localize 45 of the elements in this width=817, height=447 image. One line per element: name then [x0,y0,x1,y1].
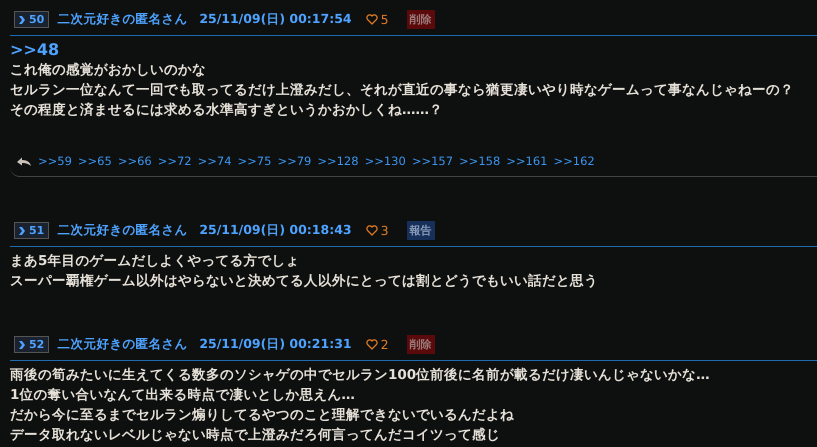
reply-link[interactable]: >>66 [118,154,152,168]
poster-name: 二次元好きの匿名さん [57,222,188,239]
reply-link[interactable]: >>74 [198,154,232,168]
post-text: セルラン一位なんて一回でも取ってるだけ上澄みだし、それが直近の事なら猶更凄いやり時なゲームって事なんじゃねーの？ [10,81,795,100]
reply-anchor-link[interactable]: >>48 [10,40,817,60]
post-text: 雨後の筍みたいに生えてくる数多のソシャゲの中でセルラン100位前後に名前が載るだけ凄いんじゃないかな… [10,366,711,385]
post-number-link[interactable]: 51 [14,222,50,239]
post-action-button[interactable]: 報告 [406,221,435,240]
chevron-icon [19,16,27,24]
post-text: スーパー覇権ゲーム以外はやらないと決めてる人以外にとっては割とどうでもいい話だと思う [10,272,599,291]
like-count: 5 [380,12,389,27]
heart-icon[interactable] [366,14,378,25]
reply-link[interactable]: >>79 [277,154,312,168]
reply-link[interactable]: >>130 [364,154,406,168]
reply-link[interactable]: >>128 [317,154,359,168]
reply-arrow-icon [16,156,32,166]
chevron-icon [19,226,27,234]
chevron-icon [19,340,27,348]
reply-link[interactable]: >>157 [412,154,454,168]
reply-link[interactable]: >>162 [554,154,595,168]
post-text: 1位の奪い合いなんて出来る時点で凄いとしか思えん… [10,386,356,405]
post-number-link[interactable]: 50 [14,11,50,28]
post-text: これ俺の感覚がおかしいのかな [10,61,207,80]
post-text: まあ5年目のゲームだしよくやってる方でしょ [10,252,300,271]
reply-link[interactable]: >>161 [506,154,548,168]
post-text: だから今に至るまでセルラン煽りしてるやつのこと理解できないでいるんだよね [10,406,515,425]
reply-link[interactable]: >>65 [78,154,112,168]
post-date: 25/11/09(日) 00:17:54 [199,11,352,28]
post-date: 25/11/09(日) 00:21:31 [199,336,352,353]
heart-icon[interactable] [366,225,378,236]
like-count: 2 [380,337,389,352]
reply-link[interactable]: >>59 [38,154,72,168]
like-count: 3 [380,223,389,238]
poster-name: 二次元好きの匿名さん [57,336,188,353]
post-text: データ取れないレベルじゃない時点で上澄みだろ何言ってんだコイツって感じ [10,426,501,445]
post-date: 25/11/09(日) 00:18:43 [199,222,352,239]
poster-name: 二次元好きの匿名さん [57,11,188,28]
post-action-button[interactable]: 削除 [406,335,435,354]
heart-icon[interactable] [366,339,378,350]
reply-link[interactable]: >>75 [238,154,272,168]
post-number-link[interactable]: 52 [14,336,50,353]
reply-link[interactable]: >>72 [158,154,192,168]
post-action-button[interactable]: 削除 [406,10,435,29]
post-text: その程度と済ませるには求める水準高すぎというかおかしくね……？ [10,101,444,120]
reply-link[interactable]: >>158 [459,154,500,168]
